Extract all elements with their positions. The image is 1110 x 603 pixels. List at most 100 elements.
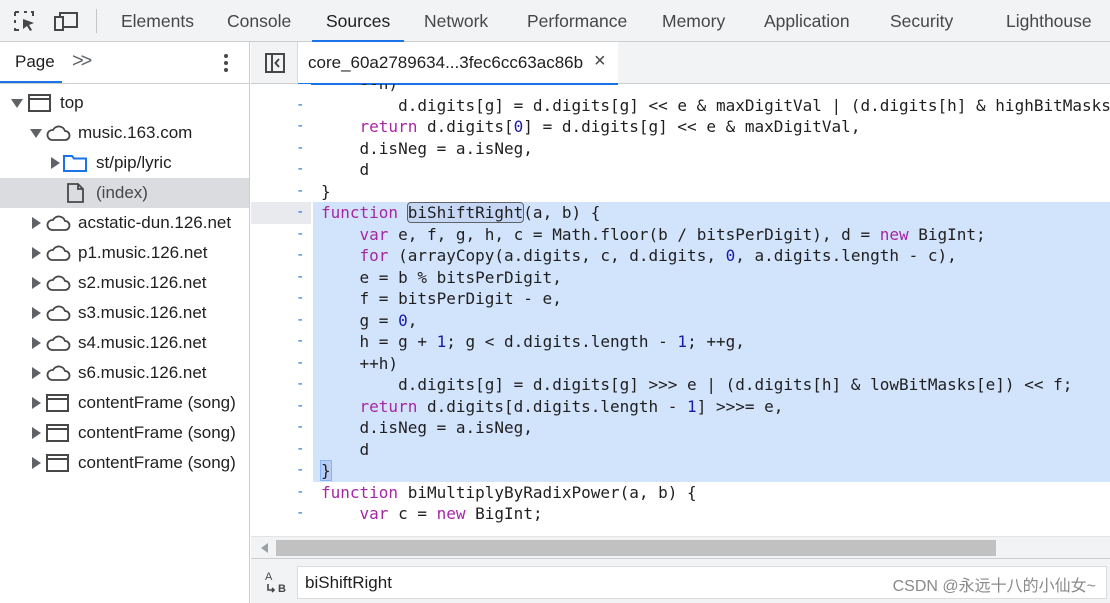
tab-application[interactable]: Application (764, 0, 850, 42)
code-text: } (321, 181, 331, 201)
code-line[interactable]: - var e, f, g, h, c = Math.floor(b / bit… (251, 223, 1110, 246)
tree-item-top[interactable]: top (0, 88, 249, 118)
gutter-marker[interactable]: - (296, 95, 304, 117)
expand-arrow-icon[interactable] (11, 99, 23, 108)
code-line[interactable]: - for (arrayCopy(a.digits, c, d.digits, … (251, 245, 1110, 267)
code-line[interactable]: -} (251, 460, 1110, 482)
inspect-element-icon[interactable] (13, 10, 37, 32)
scroll-left-icon[interactable] (261, 543, 268, 553)
tree-item-domain[interactable]: s4.music.126.net (0, 328, 249, 358)
code-line[interactable]: - ++h) (251, 352, 1110, 375)
code-line[interactable]: - d (251, 438, 1110, 461)
gutter-marker[interactable]: - (296, 439, 304, 461)
gutter-marker[interactable]: - (296, 181, 304, 203)
code-line[interactable]: - e = b % bitsPerDigit, (251, 266, 1110, 289)
gutter-marker[interactable]: - (296, 353, 304, 375)
gutter-marker[interactable]: - (296, 417, 304, 439)
gutter-marker[interactable]: - (296, 202, 304, 224)
collapse-arrow-icon[interactable] (32, 427, 41, 439)
tree-item-domain[interactable]: p1.music.126.net (0, 238, 249, 268)
code-line[interactable]: - d.isNeg = a.isNeg, (251, 417, 1110, 439)
frame-icon (45, 393, 71, 413)
more-options-icon[interactable] (216, 51, 236, 75)
collapse-arrow-icon[interactable] (32, 367, 41, 379)
collapse-arrow-icon[interactable] (51, 157, 60, 169)
tree-item-folder[interactable]: st/pip/lyric (0, 148, 249, 178)
device-toolbar-icon[interactable] (54, 10, 78, 32)
gutter-marker[interactable]: - (296, 503, 304, 525)
gutter-marker[interactable]: - (296, 224, 304, 246)
gutter-marker[interactable]: - (296, 116, 304, 138)
tree-item-domain[interactable]: s2.music.126.net (0, 268, 249, 298)
tab-performance[interactable]: Performance (527, 0, 627, 42)
scrollbar-thumb[interactable] (276, 540, 996, 556)
tab-security[interactable]: Security (890, 0, 953, 42)
collapse-arrow-icon[interactable] (32, 217, 41, 229)
tree-item-label: contentFrame (song) (78, 393, 236, 412)
collapse-arrow-icon[interactable] (32, 337, 41, 349)
tree-item-index[interactable]: (index) (0, 178, 249, 208)
code-line[interactable]: - return d.digits[d.digits.length - 1] >… (251, 395, 1110, 418)
code-line[interactable]: - f = bitsPerDigit - e, (251, 288, 1110, 310)
collapse-arrow-icon[interactable] (32, 397, 41, 409)
code-line[interactable]: - return d.digits[0] = d.digits[g] << e … (251, 116, 1110, 138)
gutter-marker[interactable]: - (296, 159, 304, 181)
svg-text:B: B (278, 583, 286, 595)
tree-item-domain[interactable]: s6.music.126.net (0, 358, 249, 388)
gutter-marker[interactable]: - (296, 396, 304, 418)
code-line[interactable]: - function biMultiplyByRadixPower(a, b) { (251, 482, 1110, 504)
gutter-marker[interactable]: - (296, 267, 304, 289)
code-text: f = bitsPerDigit - e, (321, 288, 562, 310)
match-case-icon[interactable]: A B (263, 569, 291, 595)
code-line[interactable]: - d.digits[g] = d.digits[g] << e & maxDi… (251, 95, 1110, 117)
gutter-marker[interactable]: - (296, 138, 304, 160)
code-editor[interactable]: - --h)- d.digits[g] = d.digits[g] << e &… (251, 84, 1110, 536)
code-text: var c = new BigInt; (359, 504, 543, 523)
horizontal-scrollbar[interactable] (251, 536, 1110, 558)
gutter-marker[interactable]: - (296, 331, 304, 353)
code-text: function biShiftRight(a, b) { (321, 202, 601, 224)
toggle-navigator-icon[interactable] (264, 52, 286, 74)
frame-icon (45, 453, 71, 473)
code-line[interactable]: - d (251, 159, 1110, 181)
collapse-arrow-icon[interactable] (32, 307, 41, 319)
tab-memory[interactable]: Memory (662, 0, 725, 42)
tab-network[interactable]: Network (424, 0, 488, 42)
tree-item-domain[interactable]: s3.music.126.net (0, 298, 249, 328)
gutter-marker[interactable]: - (296, 460, 304, 482)
tab-elements[interactable]: Elements (121, 0, 194, 42)
selection-highlight (313, 438, 1110, 460)
tree-item-domain[interactable]: music.163.com (0, 118, 249, 148)
more-tabs-icon[interactable]: >> (72, 50, 92, 73)
code-line[interactable]: - h = g + 1; g < d.digits.length - 1; ++… (251, 331, 1110, 353)
tree-item-frame[interactable]: contentFrame (song) (0, 388, 249, 418)
gutter-marker[interactable]: - (296, 310, 304, 332)
file-icon (64, 183, 90, 203)
close-icon[interactable]: × (594, 50, 606, 73)
code-line[interactable]: - d.isNeg = a.isNeg, (251, 138, 1110, 160)
gutter-marker[interactable]: - (296, 288, 304, 310)
tree-item-frame[interactable]: contentFrame (song) (0, 418, 249, 448)
tab-sources[interactable]: Sources (311, 0, 405, 42)
gutter-marker[interactable]: - (296, 482, 304, 504)
expand-arrow-icon[interactable] (30, 129, 42, 138)
collapse-arrow-icon[interactable] (32, 277, 41, 289)
gutter-marker[interactable]: - (296, 84, 304, 95)
code-line[interactable]: - var c = new BigInt; (251, 503, 1110, 525)
cloud-icon (45, 243, 71, 263)
code-line[interactable]: - function biShiftRight(a, b) { (251, 202, 1110, 224)
code-line[interactable]: -} (251, 181, 1110, 203)
file-tab[interactable]: core_60a2789634...3fec6cc63ac86b × (298, 42, 618, 85)
tree-item-frame[interactable]: contentFrame (song) (0, 448, 249, 478)
code-line[interactable]: - d.digits[g] = d.digits[g] >>> e | (d.d… (251, 374, 1110, 396)
tab-lighthouse[interactable]: Lighthouse (1006, 0, 1092, 42)
gutter-marker[interactable]: - (296, 374, 304, 396)
collapse-arrow-icon[interactable] (32, 457, 41, 469)
collapse-arrow-icon[interactable] (32, 247, 41, 259)
gutter-marker[interactable]: - (296, 245, 304, 267)
tab-console[interactable]: Console (227, 0, 291, 42)
code-line[interactable]: - --h) (251, 84, 1110, 95)
navigator-tab-page[interactable]: Page (15, 52, 55, 72)
tree-item-domain[interactable]: acstatic-dun.126.net (0, 208, 249, 238)
code-line[interactable]: - g = 0, (251, 309, 1110, 332)
